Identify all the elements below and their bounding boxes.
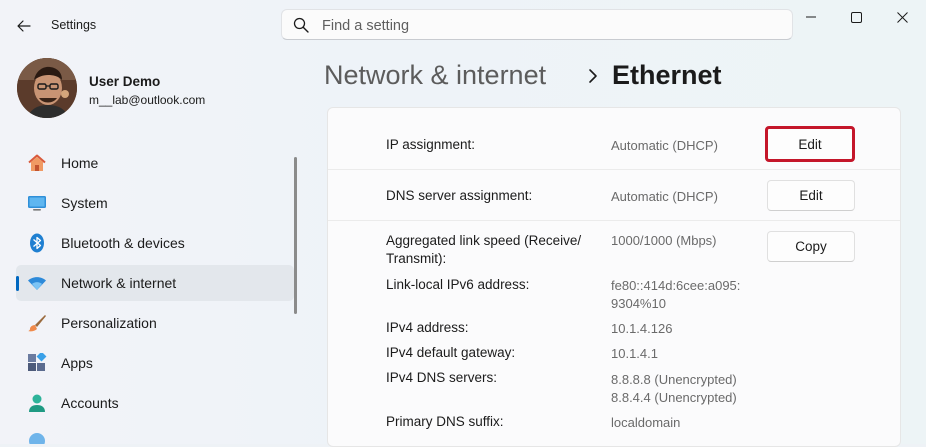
sidebar-item-label: Home bbox=[61, 155, 99, 171]
avatar[interactable] bbox=[17, 58, 77, 118]
home-icon bbox=[27, 153, 47, 173]
ip-assignment-value: Automatic (DHCP) bbox=[611, 138, 718, 153]
ip-assignment-edit-button[interactable]: Edit bbox=[765, 126, 855, 162]
sidebar-item-next-partial bbox=[27, 431, 47, 444]
sidebar-item-bluetooth[interactable]: Bluetooth & devices bbox=[16, 225, 294, 261]
link-speed-label: Aggregated link speed (Receive/ Transmit… bbox=[386, 233, 582, 266]
title-bar: Settings bbox=[0, 0, 926, 50]
row-divider bbox=[328, 169, 900, 170]
ipv4-gateway-value: 10.1.4.1 bbox=[611, 346, 658, 361]
sidebar-item-network[interactable]: Network & internet bbox=[16, 265, 294, 301]
dns-assignment-edit-button[interactable]: Edit bbox=[767, 180, 855, 211]
ipv4-address-value: 10.1.4.126 bbox=[611, 321, 673, 336]
search-input[interactable] bbox=[320, 15, 784, 37]
close-button[interactable] bbox=[879, 0, 925, 34]
user-name: User Demo bbox=[89, 74, 161, 89]
user-email: m__lab@outlook.com bbox=[89, 93, 206, 107]
ipv6-address-label: Link-local IPv6 address: bbox=[386, 277, 530, 292]
minimize-button[interactable] bbox=[788, 0, 834, 34]
sidebar-scrollbar[interactable] bbox=[294, 157, 297, 314]
sidebar-item-label: Accounts bbox=[61, 395, 119, 411]
dns-suffix-value: localdomain bbox=[611, 415, 681, 430]
maximize-button[interactable] bbox=[833, 0, 879, 34]
search-box[interactable] bbox=[281, 9, 793, 40]
back-button[interactable] bbox=[12, 14, 36, 38]
sidebar-item-label: Network & internet bbox=[61, 275, 177, 291]
search-icon bbox=[293, 17, 309, 33]
back-arrow-icon bbox=[17, 20, 31, 32]
minimize-icon bbox=[806, 16, 816, 18]
ipv4-dns-label: IPv4 DNS servers: bbox=[386, 370, 498, 385]
selection-indicator bbox=[16, 276, 19, 291]
user-photo-icon bbox=[17, 58, 77, 118]
dns-suffix-label: Primary DNS suffix: bbox=[386, 414, 504, 429]
ipv4-dns-value: 8.8.8.8 (Unencrypted) 8.8.4.4 (Unencrypt… bbox=[611, 372, 737, 405]
ipv6-address-value: fe80::414d:6cee:a095: 9304%10 bbox=[611, 278, 741, 311]
wifi-icon bbox=[27, 273, 47, 293]
sidebar-item-label: Bluetooth & devices bbox=[61, 235, 185, 251]
sidebar-item-system[interactable]: System bbox=[16, 185, 294, 221]
row-divider bbox=[328, 220, 900, 221]
bluetooth-icon bbox=[27, 233, 47, 253]
close-icon bbox=[896, 11, 908, 23]
link-speed-value: 1000/1000 (Mbps) bbox=[611, 233, 717, 248]
app-title: Settings bbox=[51, 18, 97, 32]
sidebar-item-accounts[interactable]: Accounts bbox=[16, 385, 294, 421]
sidebar-item-home[interactable]: Home bbox=[16, 145, 294, 181]
brush-icon bbox=[27, 313, 47, 333]
ipv4-address-label: IPv4 address: bbox=[386, 320, 469, 335]
breadcrumb-parent[interactable]: Network & internet bbox=[324, 60, 546, 91]
dns-assignment-label: DNS server assignment: bbox=[386, 188, 533, 203]
ip-assignment-label: IP assignment: bbox=[386, 137, 476, 152]
copy-button[interactable]: Copy bbox=[767, 231, 855, 262]
sidebar-item-personalization[interactable]: Personalization bbox=[16, 305, 294, 341]
apps-icon bbox=[27, 353, 47, 373]
sidebar-item-label: Apps bbox=[61, 355, 93, 371]
page-title: Ethernet bbox=[612, 60, 722, 90]
sidebar-item-label: System bbox=[61, 195, 108, 211]
person-icon bbox=[27, 393, 47, 413]
dns-assignment-value: Automatic (DHCP) bbox=[611, 189, 718, 204]
sidebar-item-apps[interactable]: Apps bbox=[16, 345, 294, 381]
sidebar-item-label: Personalization bbox=[61, 315, 157, 331]
chevron-right-icon bbox=[589, 69, 597, 83]
system-icon bbox=[27, 193, 47, 213]
ipv4-gateway-label: IPv4 default gateway: bbox=[386, 345, 516, 360]
maximize-icon bbox=[850, 11, 862, 23]
